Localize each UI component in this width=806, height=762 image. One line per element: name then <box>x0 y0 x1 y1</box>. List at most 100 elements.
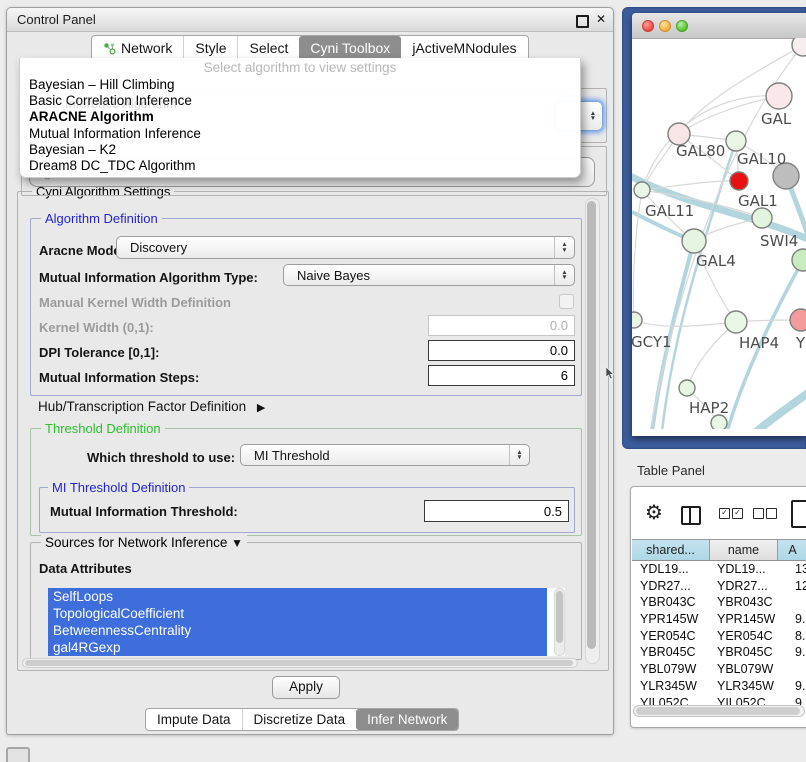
algorithm-option[interactable]: Mutual Information Inference <box>20 126 580 142</box>
scrollbar-thumb[interactable] <box>556 591 563 643</box>
network-node-gal11[interactable] <box>634 182 650 198</box>
tab-discretize-data[interactable]: Discretize Data <box>242 709 357 730</box>
network-node-gcy1[interactable] <box>632 312 642 328</box>
table-cell[interactable]: 9. <box>795 611 805 628</box>
network-node-hap2[interactable] <box>679 380 695 396</box>
apply-button[interactable]: Apply <box>272 676 340 699</box>
checkbox-unchecked-icon[interactable] <box>753 508 764 519</box>
table-cell[interactable]: YBR043C <box>640 594 696 611</box>
network-node-hap4[interactable] <box>725 311 747 333</box>
table-row[interactable]: YIL052C YIL052C 9 <box>632 695 806 706</box>
table-horizontal-scrollbar[interactable] <box>633 705 805 717</box>
table-cell[interactable]: YBL079W <box>717 661 773 678</box>
scrollbar-thumb[interactable] <box>636 707 800 715</box>
network-node-gal1[interactable] <box>752 208 772 228</box>
kernel-width-input[interactable]: 0.0 <box>428 315 575 336</box>
table-cell[interactable]: YPR145W <box>717 611 775 628</box>
hub-definition-toggle[interactable]: Hub/Transcription Factor Definition ▶ <box>38 399 265 414</box>
table-cell[interactable]: 13 <box>795 561 806 578</box>
attribute-item[interactable]: BetweennessCentrality <box>48 622 547 639</box>
mac-zoom-icon[interactable] <box>676 20 688 32</box>
table-row[interactable]: YLR345W YLR345W 9. <box>632 678 806 695</box>
network-node-gal[interactable] <box>766 83 792 109</box>
table-row[interactable]: YBR043C YBR043C <box>632 594 806 611</box>
table-cell[interactable]: YER054C <box>640 628 696 645</box>
mi-type-combo[interactable]: Naive Bayes ▲▼ <box>283 264 575 286</box>
network-node-swi4[interactable] <box>792 249 806 271</box>
table-cell[interactable]: 9. <box>795 678 805 695</box>
network-canvas[interactable]: GALGAL80GAL10GAL1GAL11GAL4SWI4GCY1HAP4YH… <box>632 38 806 429</box>
dpi-tolerance-input[interactable]: 0.0 <box>428 340 575 361</box>
attribute-item[interactable]: SelfLoops <box>48 588 547 605</box>
attribute-item[interactable]: gal4RGexp <box>48 639 547 656</box>
gear-icon[interactable]: ⚙ <box>645 503 663 523</box>
network-node-gal4[interactable] <box>682 229 706 253</box>
table-cell[interactable]: 9 <box>795 695 802 706</box>
table-row[interactable]: YBR045C YBR045C 9. <box>632 644 806 661</box>
mi-steps-input[interactable]: 6 <box>428 365 575 386</box>
table-cell[interactable]: YDR27... <box>640 578 691 595</box>
table-cell[interactable]: 8. <box>795 628 805 645</box>
network-node[interactable] <box>711 415 727 429</box>
algorithm-option[interactable]: ARACNE Algorithm <box>20 109 580 125</box>
column-header[interactable]: name <box>710 540 778 560</box>
table-cell[interactable]: YPR145W <box>640 611 698 628</box>
settings-vertical-scrollbar[interactable] <box>585 198 600 664</box>
column-header[interactable]: shared... <box>632 540 710 560</box>
table-cell[interactable]: YBR043C <box>717 594 773 611</box>
table-row[interactable]: YER054C YER054C 8. <box>632 628 806 645</box>
tab-network[interactable]: Network <box>92 36 183 60</box>
table-row[interactable]: YDL19... YDL19... 13 <box>632 561 806 578</box>
aracne-mode-combo[interactable]: Discovery ▲▼ <box>116 236 575 259</box>
table-cell[interactable]: 9. <box>795 644 805 661</box>
tab-style[interactable]: Style <box>183 36 237 60</box>
algorithm-option[interactable]: Bayesian – Hill Climbing <box>20 77 580 93</box>
table-cell[interactable]: YLR345W <box>717 678 774 695</box>
mi-threshold-input[interactable]: 0.5 <box>424 500 569 522</box>
table-cell[interactable]: YLR345W <box>640 678 697 695</box>
attribute-item[interactable]: TopologicalCoefficient <box>48 605 547 622</box>
table-cell[interactable]: YER054C <box>717 628 773 645</box>
network-node[interactable] <box>792 38 806 56</box>
table-cell[interactable]: YBL079W <box>640 661 696 678</box>
attributes-vertical-scrollbar[interactable] <box>554 588 565 656</box>
table-row[interactable]: YBL079W YBL079W <box>632 661 806 678</box>
tab-jactivemnodules[interactable]: jActiveMNodules <box>401 36 527 60</box>
table-cell[interactable]: YDR27... <box>717 578 768 595</box>
settings-horizontal-scrollbar[interactable] <box>22 658 578 668</box>
table-cell[interactable]: YBR045C <box>717 644 773 661</box>
table-cell[interactable]: YDL19... <box>717 561 766 578</box>
column-header[interactable]: A <box>778 540 806 560</box>
table-cell[interactable]: 12 <box>795 578 806 595</box>
checkbox-checked-icon[interactable]: ✓ <box>732 508 743 519</box>
tab-impute-data[interactable]: Impute Data <box>146 709 242 730</box>
table-cell[interactable]: YIL052C <box>640 695 689 706</box>
float-window-icon[interactable] <box>576 15 589 28</box>
table-row[interactable]: YDR27... YDR27... 12 <box>632 578 806 595</box>
which-threshold-combo[interactable]: MI Threshold ▲▼ <box>240 444 530 466</box>
sources-group-title[interactable]: Sources for Network Inference ▼ <box>41 535 247 550</box>
manual-kernel-checkbox[interactable] <box>559 294 574 309</box>
mac-minimize-icon[interactable] <box>659 20 671 32</box>
tab-select[interactable]: Select <box>237 36 299 60</box>
close-icon[interactable]: ✕ <box>596 12 606 26</box>
algorithm-option[interactable]: Dream8 DC_TDC Algorithm <box>20 158 580 174</box>
tab-infer-network[interactable]: Infer Network <box>356 709 458 730</box>
scrollbar-thumb[interactable] <box>25 660 573 666</box>
table-cell[interactable]: YBR045C <box>640 644 696 661</box>
tab-cyni-toolbox[interactable]: Cyni Toolbox <box>299 36 401 60</box>
floating-handle[interactable] <box>6 747 30 762</box>
network-window-titlebar[interactable] <box>632 13 806 39</box>
network-node[interactable] <box>730 172 748 190</box>
table-cell[interactable]: YIL052C <box>717 695 766 706</box>
network-node-y[interactable] <box>790 309 806 331</box>
mac-close-icon[interactable] <box>642 20 654 32</box>
scrollbar-thumb[interactable] <box>587 201 596 649</box>
columns-icon[interactable] <box>681 506 701 525</box>
table-row[interactable]: YPR145W YPR145W 9. <box>632 611 806 628</box>
algorithm-option[interactable]: Bayesian – K2 <box>20 142 580 158</box>
table-cell[interactable]: YDL19... <box>640 561 689 578</box>
control-panel-titlebar[interactable]: Control Panel ✕ <box>7 8 613 32</box>
checkbox-checked-icon[interactable]: ✓ <box>719 508 730 519</box>
checkbox-unchecked-icon[interactable] <box>766 508 777 519</box>
